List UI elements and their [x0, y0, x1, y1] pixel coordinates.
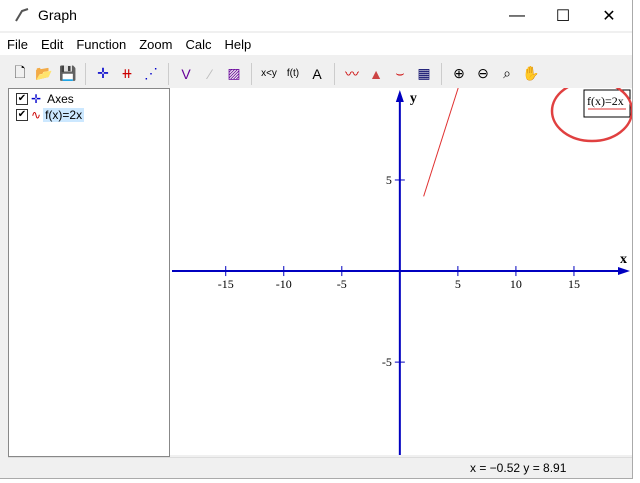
menu-function[interactable]: Function	[69, 33, 132, 55]
status-bar: x = −0.52 y = 8.91	[8, 457, 632, 478]
tree-item-axes[interactable]: ✔ ✛ Axes	[16, 91, 169, 107]
x-tick-label: 15	[568, 277, 580, 291]
checkbox[interactable]: ✔	[16, 109, 28, 121]
evaluate-icon[interactable]: ⌣	[388, 62, 412, 86]
maximize-button[interactable]: ☐	[540, 0, 586, 31]
tree-item-label: f(x)=2x	[43, 108, 85, 122]
tangent-icon[interactable]: V	[174, 62, 198, 86]
zoom-in-icon[interactable]: ⊕	[447, 62, 471, 86]
menu-zoom[interactable]: Zoom	[132, 33, 178, 55]
graph-window: Graph — ☐ ✕ File Edit Function Zoom Calc Help…	[0, 0, 634, 479]
close-button[interactable]: ✕	[586, 0, 632, 31]
y-axis-arrow	[395, 90, 404, 102]
app-icon	[15, 8, 29, 22]
toolbar: 🗋 📂 💾 ✛ ⧺ ⋰ V ⁄ ▨ x<y f(t) A 〰 ▲ ⌣ ▦ ⊕ ⊖ ⌕ ✋	[8, 60, 632, 87]
toolbar-separator	[441, 62, 442, 85]
checkbox[interactable]: ✔	[16, 93, 28, 105]
function-curve-icon: ∿	[31, 108, 42, 122]
shade-icon[interactable]: ⁄	[198, 62, 222, 86]
custom-function-icon[interactable]: f(t)	[281, 62, 305, 86]
zoom-window-icon[interactable]: ⌕	[495, 62, 519, 86]
menu-edit[interactable]: Edit	[34, 33, 69, 55]
zoom-out-icon[interactable]: ⊖	[471, 62, 495, 86]
x-axis-arrow	[618, 267, 630, 276]
y-tick-label: -5	[382, 355, 392, 369]
menu-bar: File Edit Function Zoom Calc Help	[0, 33, 632, 55]
minimize-button[interactable]: —	[494, 0, 540, 31]
x-tick-label: -15	[218, 277, 234, 291]
menu-help[interactable]: Help	[217, 33, 257, 55]
insert-function-icon[interactable]: ⧺	[115, 62, 139, 86]
relation-icon[interactable]: ▨	[222, 62, 246, 86]
pan-hand-icon[interactable]: ✋	[519, 62, 543, 86]
toolbar-separator	[334, 62, 335, 85]
y-tick-label: 5	[386, 173, 392, 187]
table-icon[interactable]: ▦	[412, 62, 436, 86]
axes-icon: ✛	[31, 92, 42, 106]
toolbar-separator	[168, 62, 169, 85]
toolbar-separator	[85, 62, 86, 85]
x-tick-label: 10	[510, 277, 522, 291]
graph-area[interactable]: x y -15 -10 -5 5 10 15 -5 5 f(x)=2x	[170, 79, 634, 455]
coordinates-readout: x = −0.52 y = 8.91	[470, 461, 567, 475]
inequality-icon[interactable]: x<y	[257, 62, 281, 86]
x-tick-label: 5	[455, 277, 461, 291]
graph-canvas[interactable]: x y -15 -10 -5 5 10 15 -5 5 f(x)=2x	[170, 79, 634, 455]
y-axis-label: y	[410, 91, 417, 106]
toolbar-separator	[251, 62, 252, 85]
area-icon[interactable]: ▲	[364, 62, 388, 86]
tree-item-label: Axes	[47, 92, 74, 106]
menu-calc[interactable]: Calc	[178, 33, 217, 55]
title-bar: Graph — ☐ ✕	[0, 0, 632, 31]
save-icon[interactable]: 💾	[56, 62, 80, 86]
open-icon[interactable]: 📂	[32, 62, 56, 86]
element-tree: ✔ ✛ Axes ✔ ∿ f(x)=2x	[8, 88, 170, 457]
trendline-icon[interactable]: 〰	[340, 62, 364, 86]
x-tick-label: -10	[276, 277, 292, 291]
function-curve	[423, 87, 459, 197]
new-icon[interactable]: 🗋	[8, 62, 32, 86]
tree-item-function[interactable]: ✔ ∿ f(x)=2x	[16, 107, 169, 123]
legend-label: f(x)=2x	[587, 94, 624, 108]
menu-file[interactable]: File	[0, 33, 34, 55]
x-tick-label: -5	[337, 277, 347, 291]
point-series-icon[interactable]: ⋰	[139, 62, 163, 86]
x-axis-label: x	[620, 252, 627, 267]
window-title: Graph	[38, 7, 77, 23]
label-icon[interactable]: A	[305, 62, 329, 86]
axes-icon[interactable]: ✛	[91, 62, 115, 86]
